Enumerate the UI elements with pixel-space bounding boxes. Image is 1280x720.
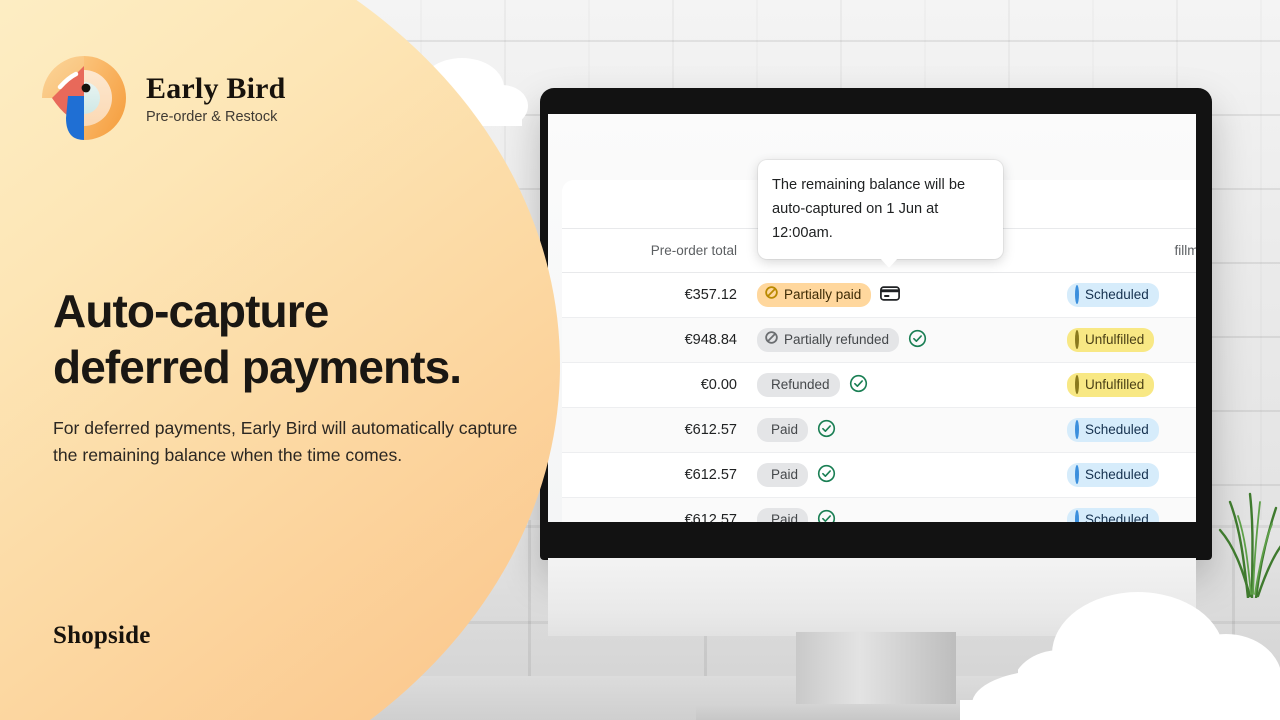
cell-payment-status: Paid xyxy=(747,497,977,522)
cell-fulfillment-status: Unfulfilled xyxy=(1057,317,1196,363)
column-header-preorder-total[interactable]: Pre-order total xyxy=(562,228,747,273)
cell-spacer xyxy=(977,497,1057,522)
monitor-chin xyxy=(548,558,1196,636)
brand-tagline: Pre-order & Restock xyxy=(146,108,278,125)
payment-status-badge[interactable]: Refunded xyxy=(757,373,840,397)
check-circle-icon[interactable] xyxy=(817,464,836,487)
parrot-bird-logo-icon xyxy=(42,56,126,140)
fulfillment-status-label: Scheduled xyxy=(1085,422,1149,437)
ring-circle-icon xyxy=(1075,510,1079,522)
preorder-total-value: €612.57 xyxy=(684,467,737,483)
table-row[interactable]: €948.84 Partially refunded Unfulfilled xyxy=(562,317,1196,363)
table-row[interactable]: €612.57 Paid Scheduled xyxy=(562,497,1196,522)
cell-fulfillment-status: Scheduled xyxy=(1057,452,1196,498)
slash-circle-icon xyxy=(765,285,778,304)
fulfillment-status-label: Scheduled xyxy=(1085,512,1149,522)
preorder-total-value: €612.57 xyxy=(684,422,737,438)
cell-fulfillment-status: Unfulfilled xyxy=(1057,362,1196,408)
cell-fulfillment-status: Scheduled xyxy=(1057,497,1196,522)
monitor-stand-foot xyxy=(696,704,1056,720)
hero-headline-line-2: deferred payments. xyxy=(53,341,462,393)
payment-status-label: Paid xyxy=(771,512,799,522)
fulfillment-status-label: Scheduled xyxy=(1085,287,1149,302)
preorder-total-value: €612.57 xyxy=(684,512,737,522)
ring-circle-icon xyxy=(1075,330,1079,349)
fulfillment-status-label: Unfulfilled xyxy=(1085,377,1145,392)
table-row[interactable]: €612.57 Paid Scheduled xyxy=(562,407,1196,453)
hero-content: Early Bird Pre-order & Restock Auto-capt… xyxy=(0,0,540,720)
monitor: Pre-order total Pa fillment status €357.… xyxy=(540,88,1212,720)
cell-preorder-total: €612.57 xyxy=(562,452,747,498)
plant-decoration xyxy=(1218,492,1280,598)
payment-status-badge[interactable]: Paid xyxy=(757,463,809,487)
payment-status-label: Paid xyxy=(771,467,799,482)
preorder-total-value: €0.00 xyxy=(700,377,737,393)
monitor-stand-neck xyxy=(796,632,956,710)
cell-fulfillment-status: Scheduled xyxy=(1057,272,1196,318)
ring-circle-icon xyxy=(1075,285,1079,304)
payment-status-label: Paid xyxy=(771,422,799,437)
cell-spacer xyxy=(977,272,1057,318)
fulfillment-status-badge[interactable]: Unfulfilled xyxy=(1067,373,1155,397)
payment-status-badge[interactable]: Partially refunded xyxy=(757,328,900,352)
cell-payment-status: Partially refunded xyxy=(747,317,977,363)
payment-status-label: Refunded xyxy=(771,377,830,392)
payment-status-badge[interactable]: Partially paid xyxy=(757,283,872,307)
column-header-fulfillment-status[interactable]: fillment status xyxy=(1057,228,1196,273)
payment-status-badge[interactable]: Paid xyxy=(757,508,809,522)
table-row[interactable]: €612.57 Paid Scheduled xyxy=(562,452,1196,498)
cell-preorder-total: €948.84 xyxy=(562,317,747,363)
table-row[interactable]: €357.12 Partially paid Scheduled xyxy=(562,272,1196,318)
ring-circle-icon xyxy=(1075,375,1079,394)
check-circle-icon[interactable] xyxy=(908,329,927,352)
payment-status-badge[interactable]: Paid xyxy=(757,418,809,442)
preorder-total-value: €357.12 xyxy=(684,287,737,303)
cell-spacer xyxy=(977,362,1057,408)
fulfillment-status-label: Scheduled xyxy=(1085,467,1149,482)
fulfillment-status-badge[interactable]: Scheduled xyxy=(1067,418,1159,442)
cell-payment-status: Partially paid xyxy=(747,272,977,318)
cell-preorder-total: €612.57 xyxy=(562,407,747,453)
brand-text-block: Early Bird Pre-order & Restock xyxy=(146,72,286,125)
table-row[interactable]: €0.00 Refunded Unfulfilled xyxy=(562,362,1196,408)
cell-spacer xyxy=(977,317,1057,363)
check-circle-icon[interactable] xyxy=(817,419,836,442)
fulfillment-status-badge[interactable]: Scheduled xyxy=(1067,508,1159,522)
cell-preorder-total: €612.57 xyxy=(562,497,747,522)
brand-name: Early Bird xyxy=(146,71,286,105)
tooltip-text: The remaining balance will be auto-captu… xyxy=(772,177,966,241)
cell-payment-status: Paid xyxy=(747,452,977,498)
hero-subcopy: For deferred payments, Early Bird will a… xyxy=(53,418,518,465)
fulfillment-status-badge[interactable]: Scheduled xyxy=(1067,463,1159,487)
payment-status-label: Partially paid xyxy=(784,287,862,302)
payment-status-label: Partially refunded xyxy=(784,332,890,347)
brand-logo-row[interactable]: Early Bird Pre-order & Restock xyxy=(38,52,286,144)
check-circle-icon[interactable] xyxy=(817,509,836,522)
cell-fulfillment-status: Scheduled xyxy=(1057,407,1196,453)
cell-payment-status: Paid xyxy=(747,407,977,453)
cell-spacer xyxy=(977,452,1057,498)
fulfillment-status-label: Unfulfilled xyxy=(1085,332,1145,347)
hero-headline-line-1: Auto-capture xyxy=(53,285,329,337)
cell-preorder-total: €0.00 xyxy=(562,362,747,408)
auto-capture-tooltip: The remaining balance will be auto-captu… xyxy=(758,160,1003,268)
cell-spacer xyxy=(977,407,1057,453)
orders-table: Pre-order total Pa fillment status €357.… xyxy=(562,228,1196,522)
ring-circle-icon xyxy=(1075,465,1079,484)
fulfillment-status-badge[interactable]: Scheduled xyxy=(1067,283,1159,307)
footer-brand-name: Shopside xyxy=(53,622,151,649)
cell-preorder-total: €357.12 xyxy=(562,272,747,318)
preorder-total-value: €948.84 xyxy=(684,332,737,348)
slash-circle-icon xyxy=(765,330,778,349)
cell-payment-status: Refunded xyxy=(747,362,977,408)
hero-headline: Auto-capture deferred payments. xyxy=(53,283,523,395)
fulfillment-status-badge[interactable]: Unfulfilled xyxy=(1067,328,1155,352)
ring-circle-icon xyxy=(1075,420,1079,439)
credit-card-icon[interactable] xyxy=(880,285,901,305)
check-circle-icon[interactable] xyxy=(849,374,868,397)
